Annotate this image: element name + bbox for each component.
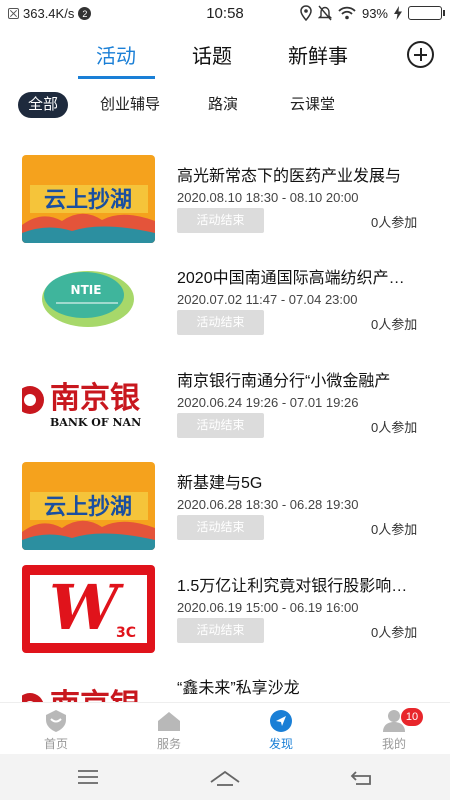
- event-thumbnail: 南京银 BANK OF NAN: [22, 360, 155, 448]
- event-status-badge: 活动结束: [177, 413, 264, 438]
- notification-badge: 10: [401, 708, 423, 726]
- event-item[interactable]: NTIE 2020中国南通国际高端纺织产… 2020.07.02 11:47 -…: [0, 252, 450, 345]
- event-date: 2020.06.28 18:30 - 06.28 19:30: [177, 497, 359, 512]
- event-list: 云上抄湖 高光新常态下的医药产业发展与 2020.08.10 18:30 - 0…: [0, 150, 450, 702]
- home-button-icon[interactable]: [205, 764, 245, 790]
- active-tab-indicator: [78, 76, 155, 79]
- thumb-text: 南京银: [50, 688, 140, 702]
- category-filter: 全部 创业辅导 路演 云课堂: [0, 92, 450, 122]
- event-item[interactable]: 南京银 “鑫未来”私享沙龙: [0, 662, 450, 702]
- event-status-badge: 活动结束: [177, 208, 264, 233]
- nav-discover[interactable]: 发现: [246, 709, 316, 752]
- tab-topics[interactable]: 话题: [192, 40, 232, 69]
- event-date: 2020.07.02 11:47 - 07.04 23:00: [177, 292, 358, 307]
- battery-percent: 93%: [361, 5, 388, 21]
- event-thumbnail: 云上抄湖: [22, 462, 155, 550]
- top-tab-bar: 活动 话题 新鲜事: [0, 36, 450, 80]
- nav-profile[interactable]: 我的 10: [359, 708, 429, 752]
- nav-label: 我的: [381, 737, 406, 751]
- event-status-badge: 活动结束: [177, 310, 264, 335]
- service-icon: [156, 709, 182, 733]
- event-title: 1.5万亿让利究竟对银行股影响…: [177, 578, 408, 595]
- charging-icon: [394, 6, 402, 20]
- event-item[interactable]: 云上抄湖 高光新常态下的医药产业发展与 2020.08.10 18:30 - 0…: [0, 150, 450, 243]
- event-item[interactable]: W 3C 1.5万亿让利究竟对银行股影响… 2020.06.19 15:00 -…: [0, 560, 450, 653]
- thumb-text: 云上抄湖: [44, 495, 132, 520]
- home-icon: [43, 709, 69, 733]
- add-button[interactable]: [407, 41, 434, 68]
- status-bar: 363.4K/s 2 10:58 93%: [0, 0, 450, 28]
- event-participants: 0人参加: [371, 420, 418, 435]
- event-participants: 0人参加: [371, 317, 418, 332]
- event-date: 2020.06.19 15:00 - 06.19 16:00: [177, 600, 359, 615]
- thumb-text: 南京银: [50, 381, 140, 416]
- event-date: 2020.06.24 19:26 - 07.01 19:26: [177, 395, 359, 410]
- nav-label: 服务: [156, 737, 181, 751]
- event-title: “鑫未来”私享沙龙: [177, 680, 300, 697]
- nav-home[interactable]: 首页: [21, 709, 91, 752]
- chip-startup-coaching[interactable]: 创业辅导: [100, 92, 160, 118]
- nav-label: 首页: [43, 737, 68, 751]
- event-participants: 0人参加: [371, 625, 418, 640]
- event-thumbnail: NTIE: [22, 257, 155, 345]
- event-title: 高光新常态下的医药产业发展与: [177, 168, 402, 185]
- event-date: 2020.08.10 18:30 - 08.10 20:00: [177, 190, 359, 205]
- bottom-nav: 首页 服务 发现 我的 10: [0, 702, 450, 754]
- back-icon[interactable]: [342, 764, 382, 790]
- chip-cloud-class[interactable]: 云课堂: [290, 92, 335, 118]
- thumb-text: 云上抄湖: [44, 188, 132, 213]
- event-title: 2020中国南通国际高端纺织产…: [177, 270, 405, 287]
- event-participants: 0人参加: [371, 522, 418, 537]
- status-right: 93%: [300, 5, 445, 21]
- event-title: 南京银行南通分行“小微金融产: [177, 373, 391, 390]
- thumb-subtext: 3C: [116, 625, 136, 641]
- menu-icon[interactable]: [68, 764, 108, 790]
- event-thumbnail: W 3C: [22, 565, 155, 653]
- system-nav-bar: [0, 754, 450, 800]
- location-icon: [300, 5, 312, 21]
- event-item[interactable]: 南京银 BANK OF NAN 南京银行南通分行“小微金融产 2020.06.2…: [0, 355, 450, 448]
- event-participants: 0人参加: [371, 215, 418, 230]
- tab-news[interactable]: 新鲜事: [288, 40, 348, 69]
- thumb-text: NTIE: [71, 283, 102, 297]
- battery-icon: [408, 6, 445, 20]
- chip-roadshow[interactable]: 路演: [208, 92, 238, 118]
- nav-service[interactable]: 服务: [134, 709, 204, 752]
- chip-all[interactable]: 全部: [18, 92, 69, 118]
- event-item[interactable]: 云上抄湖 新基建与5G 2020.06.28 18:30 - 06.28 19:…: [0, 457, 450, 550]
- nav-label: 发现: [268, 737, 293, 751]
- tab-activities[interactable]: 活动: [96, 40, 136, 69]
- wifi-icon: [338, 6, 356, 20]
- thumb-subtext: BANK OF NAN: [50, 416, 141, 429]
- thumb-text: W: [49, 571, 124, 644]
- mute-icon: [317, 5, 332, 21]
- event-status-badge: 活动结束: [177, 515, 264, 540]
- event-status-badge: 活动结束: [177, 618, 264, 643]
- discover-icon: [268, 709, 294, 733]
- event-thumbnail: 云上抄湖: [22, 155, 155, 243]
- event-thumbnail: 南京银: [22, 667, 155, 702]
- event-title: 新基建与5G: [177, 475, 263, 492]
